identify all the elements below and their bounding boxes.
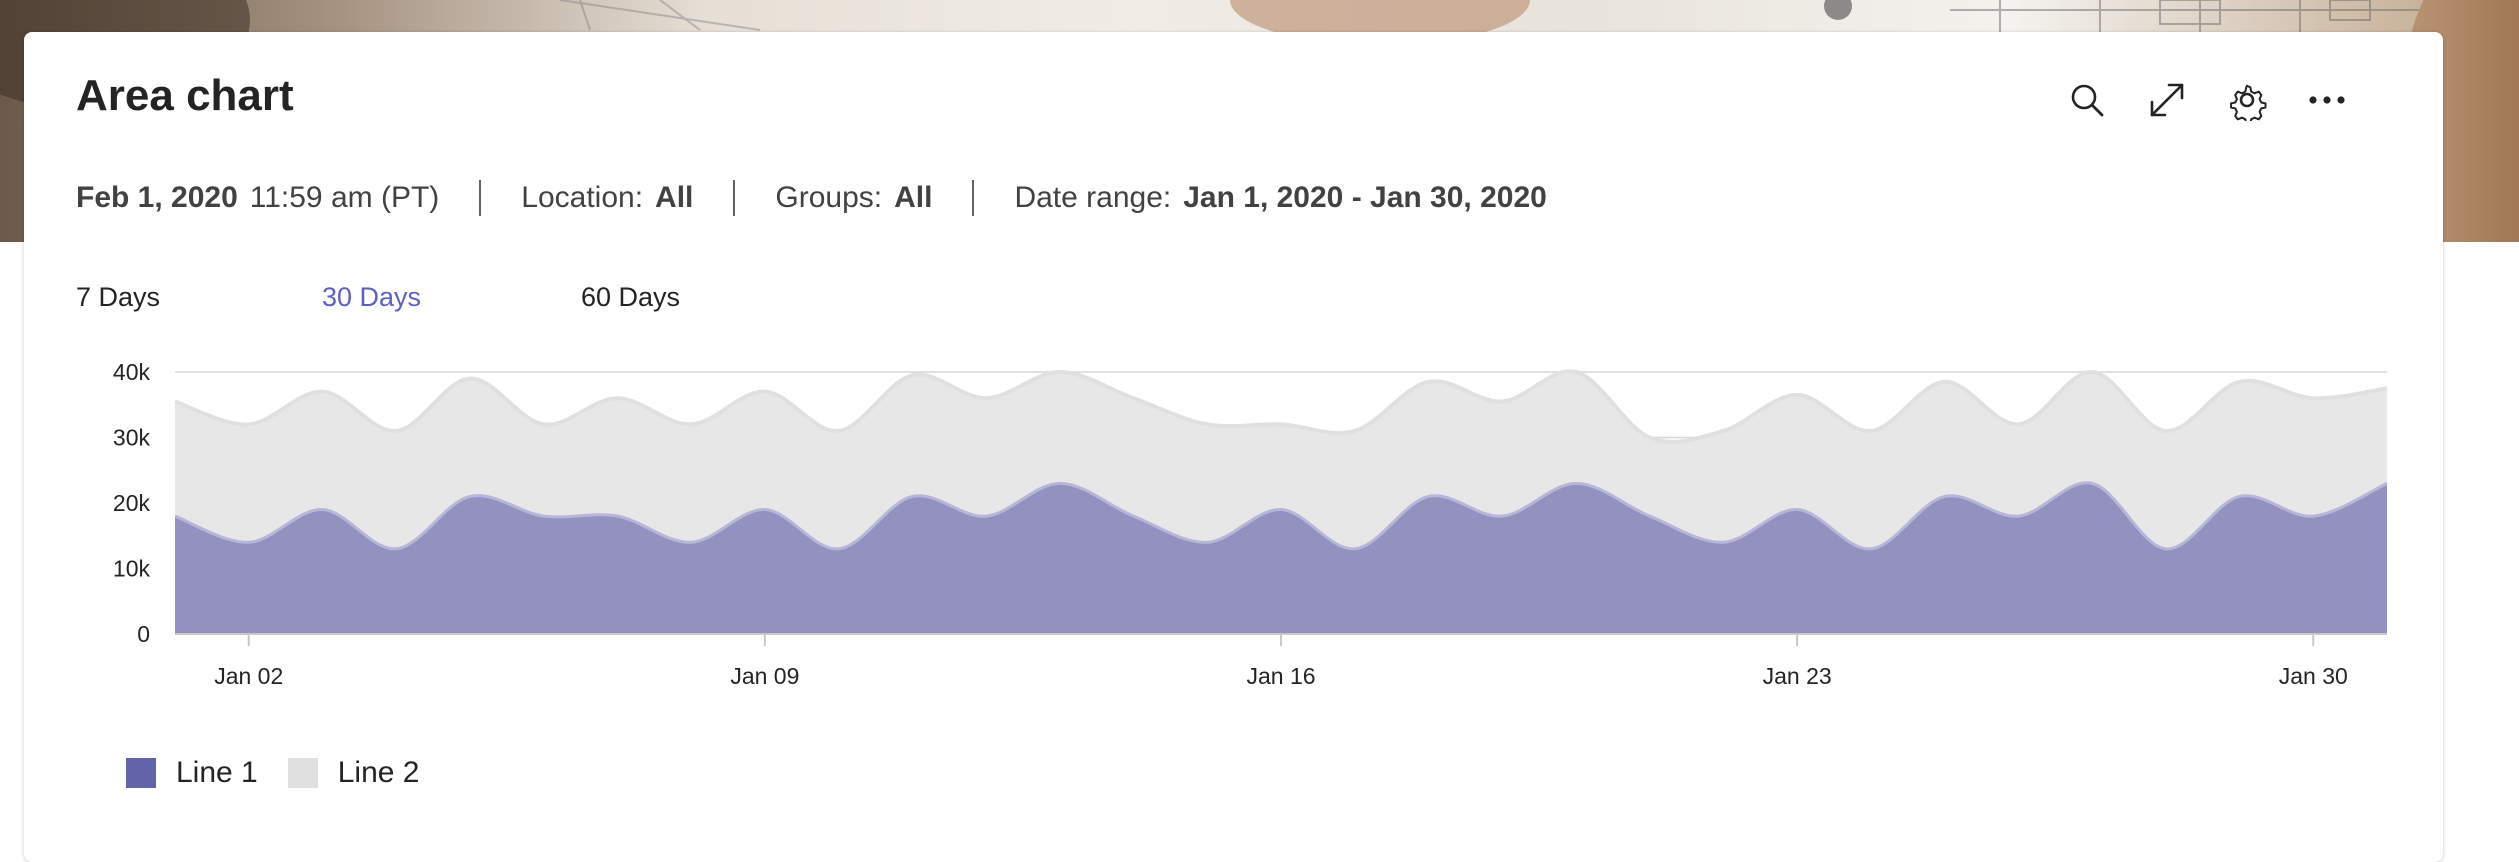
chart-legend: Line 1 Line 2 xyxy=(126,756,450,790)
x-tick-label: Jan 23 xyxy=(1763,663,1832,689)
y-tick-label: 20k xyxy=(113,490,151,516)
x-tick-label: Jan 16 xyxy=(1246,663,1315,689)
y-tick-label: 0 xyxy=(137,621,150,647)
y-tick-label: 40k xyxy=(113,359,151,385)
legend-label-line-2: Line 2 xyxy=(337,756,420,789)
y-tick-label: 30k xyxy=(113,425,151,451)
legend-swatch-line-2 xyxy=(287,758,318,788)
legend-item-line-2[interactable]: Line 2 xyxy=(287,756,420,790)
area-chart: 0 10k 20k 30k 40k Jan 02 Jan 09 Jan 16 Jan 23 Jan… xyxy=(113,359,2388,689)
x-tick-label: Jan 30 xyxy=(2279,663,2348,689)
legend-swatch-line-1 xyxy=(126,758,156,788)
legend-label-line-1: Line 1 xyxy=(176,756,258,789)
x-tick-label: Jan 09 xyxy=(730,663,799,689)
legend-item-line-1[interactable]: Line 1 xyxy=(126,756,258,790)
chart-card: Area chart Feb 1, 2020 11:59 am (PT) Loc… xyxy=(24,32,2443,862)
x-tick-label: Jan 02 xyxy=(214,663,283,689)
y-tick-label: 10k xyxy=(113,556,151,582)
